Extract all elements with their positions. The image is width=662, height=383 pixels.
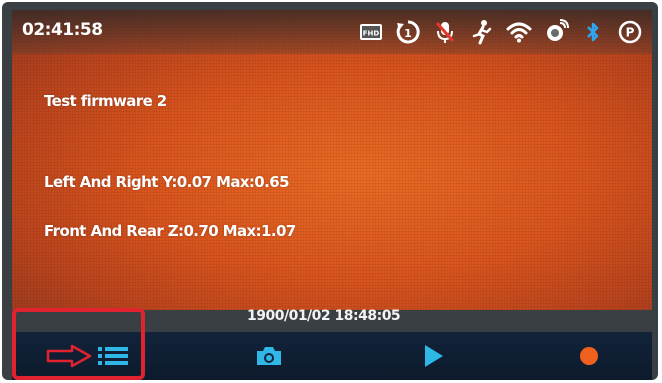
gps-satellite-icon (542, 18, 570, 46)
dashcam-device: 02:41:58 FHD 1 P Test firmware 2 Left An… (2, 2, 658, 380)
record-dot-icon (577, 344, 601, 368)
wifi-icon (505, 18, 533, 46)
parking-mode-icon: P (616, 18, 644, 46)
datetime-stamp: 1900/01/02 18:48:05 (247, 308, 401, 324)
fhd-resolution-icon: FHD (357, 18, 385, 46)
svg-text:1: 1 (404, 27, 412, 40)
record-button[interactable] (564, 332, 614, 380)
play-icon (421, 343, 445, 369)
svg-text:FHD: FHD (363, 30, 380, 38)
status-icons: FHD 1 P (357, 18, 644, 46)
left-right-gsensor-readout: Left And Right Y:0.07 Max:0.65 (44, 173, 290, 191)
camera-icon (255, 344, 283, 368)
firmware-label: Test firmware 2 (44, 92, 167, 110)
bluetooth-icon (579, 18, 607, 46)
photo-button[interactable] (244, 332, 294, 380)
loop-recording-1-icon: 1 (394, 18, 422, 46)
camera-screen: 02:41:58 FHD 1 P Test firmware 2 Left An… (12, 10, 652, 310)
playback-button[interactable] (408, 332, 458, 380)
svg-text:P: P (626, 26, 635, 40)
menu-highlight-annotation (12, 308, 145, 380)
motion-detection-icon (468, 18, 496, 46)
mic-muted-icon (431, 18, 459, 46)
clock: 02:41:58 (22, 20, 103, 40)
status-bar: 02:41:58 FHD 1 P (12, 10, 652, 54)
front-rear-gsensor-readout: Front And Rear Z:0.70 Max:1.07 (44, 222, 296, 240)
